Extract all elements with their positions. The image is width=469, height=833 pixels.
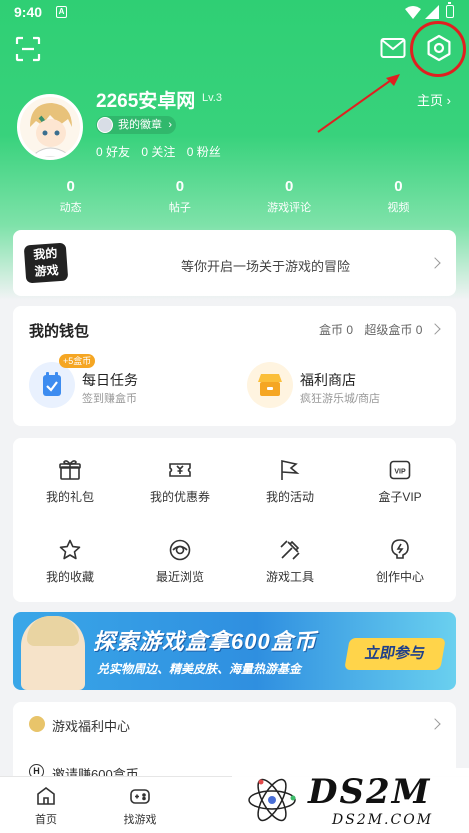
tool-my-favorites[interactable]: 我的收藏 <box>15 538 125 585</box>
tools-icon <box>280 540 300 560</box>
tool-my-activities[interactable]: 我的活动 <box>235 458 345 505</box>
chevron-right-icon: › <box>446 93 451 108</box>
highlight-arrow <box>317 74 400 133</box>
calendar-check-icon <box>29 362 75 408</box>
badge-label: 我的徽章 <box>118 119 162 131</box>
avatar[interactable] <box>17 94 83 160</box>
chevron-right-icon: › <box>168 119 172 131</box>
wifi-icon <box>405 6 421 19</box>
friends-count[interactable]: 0 好友 <box>96 145 130 159</box>
my-games-logo: 我的 游戏 <box>23 242 69 284</box>
reward-tag: +5盒币 <box>59 354 96 368</box>
wallet-coins[interactable]: 盒币 0 超级盒币 0 <box>319 321 422 338</box>
gift-icon <box>59 460 81 480</box>
welfare-shop-name: 福利商店 <box>300 372 356 388</box>
stat-threads[interactable]: 0 帖子 <box>125 178 234 218</box>
daily-task-name: 每日任务 <box>82 372 138 388</box>
stat-label: 动态 <box>59 202 82 214</box>
status-time: 9:40 <box>14 4 43 20</box>
tool-my-coupons[interactable]: 我的优惠券 <box>125 458 235 505</box>
tool-label: 我的活动 <box>265 490 314 504</box>
tool-creator-center[interactable]: 创作中心 <box>345 538 455 585</box>
coupon-icon <box>169 463 191 477</box>
wallet-card: 我的钱包 盒币 0 超级盒币 0 +5盒币 每日任务 签到赚盒币 福利商店 疯狂… <box>13 306 456 426</box>
tool-box-vip[interactable]: VIP 盒子VIP <box>345 458 455 505</box>
my-games-tagline: 等你开启一场关于游戏的冒险 <box>181 259 351 274</box>
mail-icon[interactable] <box>380 36 406 60</box>
svg-text:VIP: VIP <box>394 469 406 476</box>
tools-grid: 我的礼包 我的优惠券 我的活动 VIP 盒子VIP 我的收藏 最近浏览 游戏工具… <box>13 438 456 602</box>
atom-logo-icon <box>248 778 296 822</box>
stat-label: 视频 <box>387 202 410 214</box>
logo-line: 游戏 <box>34 263 60 279</box>
stat-value: 0 <box>66 178 75 195</box>
status-bar: 9:40 A <box>0 0 469 26</box>
tool-label: 盒子VIP <box>378 490 422 504</box>
chevron-right-icon <box>429 323 441 335</box>
sim-icon: A <box>56 6 67 18</box>
signal-icon <box>425 5 439 19</box>
battery-icon <box>446 2 454 18</box>
tool-my-gifts[interactable]: 我的礼包 <box>15 458 125 505</box>
following-count[interactable]: 0 关注 <box>141 145 175 159</box>
homepage-label: 主页 <box>417 93 444 108</box>
nav-label: 首页 <box>35 814 57 826</box>
nav-home[interactable]: 首页 <box>16 785 76 827</box>
flag-icon <box>281 460 300 480</box>
welfare-shop-sub: 疯狂游乐城/商店 <box>300 393 381 405</box>
my-badge-button[interactable]: 我的徽章 › <box>96 116 176 134</box>
banner-headline: 探索游戏盒拿600盒币 <box>93 629 317 654</box>
stat-label: 帖子 <box>168 202 191 214</box>
tool-label: 创作中心 <box>375 570 424 584</box>
banner-character <box>21 616 85 690</box>
stat-posts-feed[interactable]: 0 动态 <box>16 178 125 218</box>
scan-icon[interactable] <box>15 36 41 62</box>
lightning-icon <box>391 539 409 559</box>
watermark: DS2M DS2M.COM <box>232 768 469 833</box>
nav-label: 找游戏 <box>123 814 157 826</box>
eye-icon <box>169 539 191 561</box>
username: 2265安卓网 <box>96 91 196 112</box>
tool-label: 最近浏览 <box>155 570 204 584</box>
social-counts: 0 好友 0 关注 0 粉丝 <box>96 143 229 160</box>
star-icon <box>59 539 81 560</box>
nav-find-games[interactable]: 找游戏 <box>110 785 170 827</box>
stat-game-reviews[interactable]: 0 游戏评论 <box>235 178 344 218</box>
welfare-center-icon <box>29 716 45 732</box>
tool-label: 游戏工具 <box>265 570 314 584</box>
chevron-right-icon <box>429 718 441 730</box>
medal-icon <box>97 117 113 133</box>
fans-count[interactable]: 0 粉丝 <box>187 145 221 159</box>
super-coin-balance: 超级盒币 0 <box>364 323 423 337</box>
tool-label: 我的优惠券 <box>149 490 210 504</box>
tool-recent-views[interactable]: 最近浏览 <box>125 538 235 585</box>
stat-value: 0 <box>175 178 185 195</box>
watermark-subtext: DS2M.COM <box>332 812 434 828</box>
highlight-circle <box>410 21 466 77</box>
my-games-card[interactable]: 我的 游戏 等你开启一场关于游戏的冒险 <box>13 230 456 296</box>
banner-subline: 兑实物周边、精美皮肤、海量热游基金 <box>97 662 302 676</box>
gamepad-icon <box>130 789 150 804</box>
vip-icon: VIP <box>389 460 411 480</box>
user-level: Lv.3 <box>202 92 222 104</box>
join-now-button[interactable]: 立即参与 <box>344 638 446 670</box>
welfare-center-item[interactable]: 游戏福利中心 <box>52 716 130 735</box>
chevron-right-icon <box>429 257 441 269</box>
stat-value: 0 <box>284 178 294 195</box>
home-icon <box>37 787 55 805</box>
coin-balance: 盒币 0 <box>319 323 354 337</box>
tool-label: 我的礼包 <box>45 490 94 504</box>
stats-row: 0 动态 0 帖子 0 游戏评论 0 视频 <box>16 178 453 218</box>
shop-icon <box>247 362 293 408</box>
homepage-link[interactable]: 主页 › <box>417 90 451 109</box>
tool-label: 我的收藏 <box>45 570 94 584</box>
daily-task-sub: 签到赚盒币 <box>82 393 137 405</box>
tool-game-tools[interactable]: 游戏工具 <box>235 538 345 585</box>
stat-videos[interactable]: 0 视频 <box>344 178 453 218</box>
stat-label: 游戏评论 <box>267 202 312 214</box>
wallet-title: 我的钱包 <box>29 323 90 340</box>
stat-value: 0 <box>394 178 403 195</box>
promo-banner[interactable]: 探索游戏盒拿600盒币 兑实物周边、精美皮肤、海量热游基金 立即参与 <box>13 612 456 690</box>
watermark-text: DS2M <box>308 772 432 812</box>
